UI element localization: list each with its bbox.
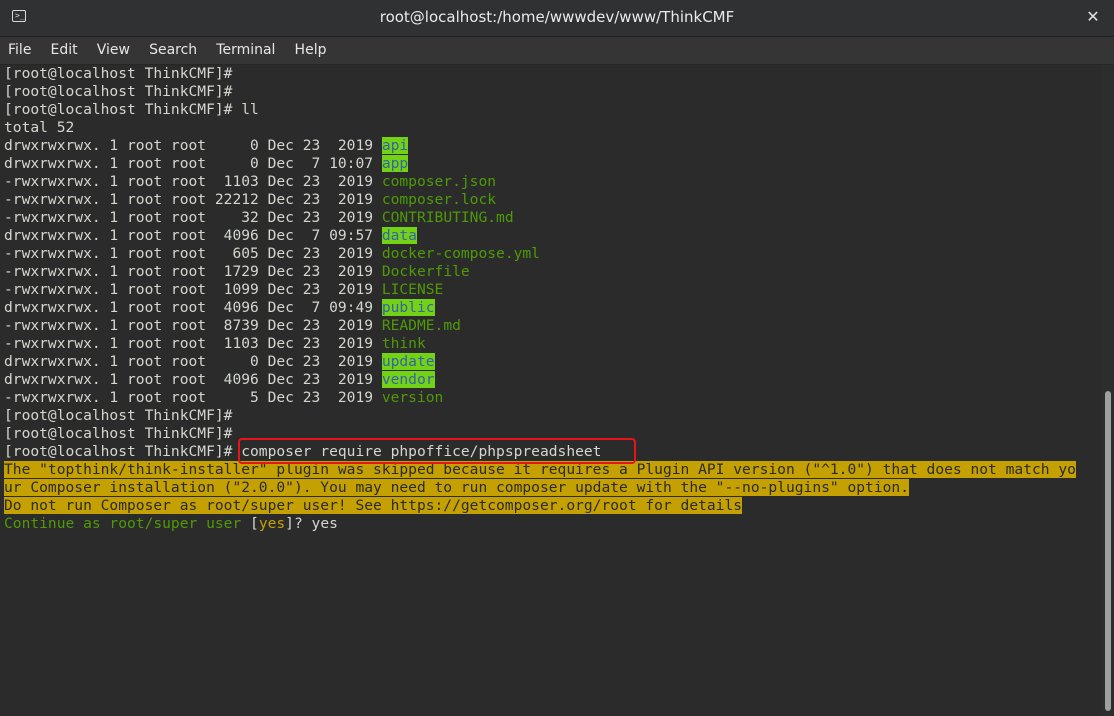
file-name: composer.json <box>381 173 497 190</box>
confirm-question: Continue as root/super user [yes]? yes <box>4 515 338 533</box>
listing-row: drwxrwxrwx. 1 root root 0 Dec 23 2019 ap… <box>4 137 409 155</box>
listing-meta: drwxrwxrwx. 1 root root 4096 Dec 23 2019 <box>4 371 382 388</box>
warning-line: ur Composer installation ("2.0.0"). You … <box>4 479 909 497</box>
warning-text: ur Composer installation ("2.0.0"). You … <box>4 479 909 496</box>
warning-text: Do not run Composer as root/super user! … <box>4 497 743 514</box>
terminal-line: total 52 <box>4 119 75 136</box>
listing-row: drwxrwxrwx. 1 root root 0 Dec 7 10:07 ap… <box>4 155 409 173</box>
listing-row: -rwxrwxrwx. 1 root root 1729 Dec 23 2019… <box>4 263 470 281</box>
listing-meta: drwxrwxrwx. 1 root root 4096 Dec 7 09:49 <box>4 299 382 316</box>
directory-name: data <box>381 227 417 244</box>
listing-row: -rwxrwxrwx. 1 root root 32 Dec 23 2019 C… <box>4 209 514 227</box>
listing-row: drwxrwxrwx. 1 root root 4096 Dec 7 09:57… <box>4 227 417 245</box>
file-name: think <box>381 335 426 352</box>
scrollbar-thumb[interactable] <box>1105 391 1111 711</box>
terminal-line: [root@localhost ThinkCMF]# <box>4 425 233 442</box>
directory-name: app <box>381 155 409 172</box>
command-prompt: [root@localhost ThinkCMF]# <box>4 443 233 460</box>
terminal-line: [root@localhost ThinkCMF]# ll <box>4 101 259 118</box>
question-text: Continue as root/super user <box>4 515 251 532</box>
menu-file[interactable]: File <box>0 37 37 64</box>
terminal-output[interactable]: [root@localhost ThinkCMF]# [root@localho… <box>0 65 1102 716</box>
warning-line: Do not run Composer as root/super user! … <box>4 497 743 515</box>
close-icon[interactable]: ✕ <box>1084 8 1102 26</box>
terminal-window: >_ root@localhost:/home/wwwdev/www/Think… <box>0 0 1114 716</box>
menu-search[interactable]: Search <box>141 37 203 64</box>
menu-terminal[interactable]: Terminal <box>208 37 281 64</box>
listing-meta: drwxrwxrwx. 1 root root 0 Dec 23 2019 <box>4 353 382 370</box>
listing-meta: -rwxrwxrwx. 1 root root 1099 Dec 23 2019 <box>4 281 382 298</box>
question-bracket-close: ]? <box>285 515 312 532</box>
file-name: version <box>381 389 444 406</box>
listing-meta: -rwxrwxrwx. 1 root root 22212 Dec 23 201… <box>4 191 382 208</box>
user-answer: yes <box>311 515 338 532</box>
listing-meta: drwxrwxrwx. 1 root root 4096 Dec 7 09:57 <box>4 227 382 244</box>
listing-row: -rwxrwxrwx. 1 root root 1103 Dec 23 2019… <box>4 173 496 191</box>
listing-meta: drwxrwxrwx. 1 root root 0 Dec 7 10:07 <box>4 155 382 172</box>
listing-meta: -rwxrwxrwx. 1 root root 605 Dec 23 2019 <box>4 245 382 262</box>
directory-name: api <box>381 137 409 154</box>
menu-view[interactable]: View <box>89 37 136 64</box>
listing-meta: drwxrwxrwx. 1 root root 0 Dec 23 2019 <box>4 137 382 154</box>
question-bracket-open: [ <box>250 515 259 532</box>
terminal-line: [root@localhost ThinkCMF]# <box>4 407 233 424</box>
file-name: Dockerfile <box>381 263 470 280</box>
question-default: yes <box>258 515 286 532</box>
file-name: docker-compose.yml <box>381 245 540 262</box>
menu-bar: File Edit View Search Terminal Help <box>0 37 1114 65</box>
directory-name: vendor <box>381 371 435 388</box>
listing-row: drwxrwxrwx. 1 root root 4096 Dec 23 2019… <box>4 371 435 389</box>
file-name: composer.lock <box>381 191 497 208</box>
listing-meta: -rwxrwxrwx. 1 root root 32 Dec 23 2019 <box>4 209 382 226</box>
file-name: CONTRIBUTING.md <box>381 209 514 226</box>
title-bar[interactable]: >_ root@localhost:/home/wwwdev/www/Think… <box>0 0 1114 37</box>
terminal-line: [root@localhost ThinkCMF]# <box>4 65 233 82</box>
listing-row: -rwxrwxrwx. 1 root root 1099 Dec 23 2019… <box>4 281 443 299</box>
directory-name: public <box>381 299 435 316</box>
listing-meta: -rwxrwxrwx. 1 root root 1103 Dec 23 2019 <box>4 335 382 352</box>
listing-row: drwxrwxrwx. 1 root root 4096 Dec 7 09:49… <box>4 299 435 317</box>
listing-meta: -rwxrwxrwx. 1 root root 1103 Dec 23 2019 <box>4 173 382 190</box>
menu-edit[interactable]: Edit <box>43 37 84 64</box>
listing-meta: -rwxrwxrwx. 1 root root 5 Dec 23 2019 <box>4 389 382 406</box>
file-name: README.md <box>381 317 461 334</box>
listing-row: -rwxrwxrwx. 1 root root 22212 Dec 23 201… <box>4 191 496 209</box>
vertical-scrollbar[interactable] <box>1102 65 1114 716</box>
listing-row: -rwxrwxrwx. 1 root root 5 Dec 23 2019 ve… <box>4 389 443 407</box>
file-name: LICENSE <box>381 281 444 298</box>
listing-row: -rwxrwxrwx. 1 root root 605 Dec 23 2019 … <box>4 245 540 263</box>
listing-meta: -rwxrwxrwx. 1 root root 1729 Dec 23 2019 <box>4 263 382 280</box>
listing-meta: -rwxrwxrwx. 1 root root 8739 Dec 23 2019 <box>4 317 382 334</box>
terminal-line: [root@localhost ThinkCMF]# <box>4 83 233 100</box>
listing-row: -rwxrwxrwx. 1 root root 1103 Dec 23 2019… <box>4 335 426 353</box>
window-title: root@localhost:/home/wwwdev/www/ThinkCMF <box>379 8 735 26</box>
directory-name: update <box>381 353 435 370</box>
listing-row: -rwxrwxrwx. 1 root root 8739 Dec 23 2019… <box>4 317 461 335</box>
menu-help[interactable]: Help <box>287 37 333 64</box>
listing-row: drwxrwxrwx. 1 root root 0 Dec 23 2019 up… <box>4 353 435 371</box>
command-highlight-box <box>238 438 636 464</box>
